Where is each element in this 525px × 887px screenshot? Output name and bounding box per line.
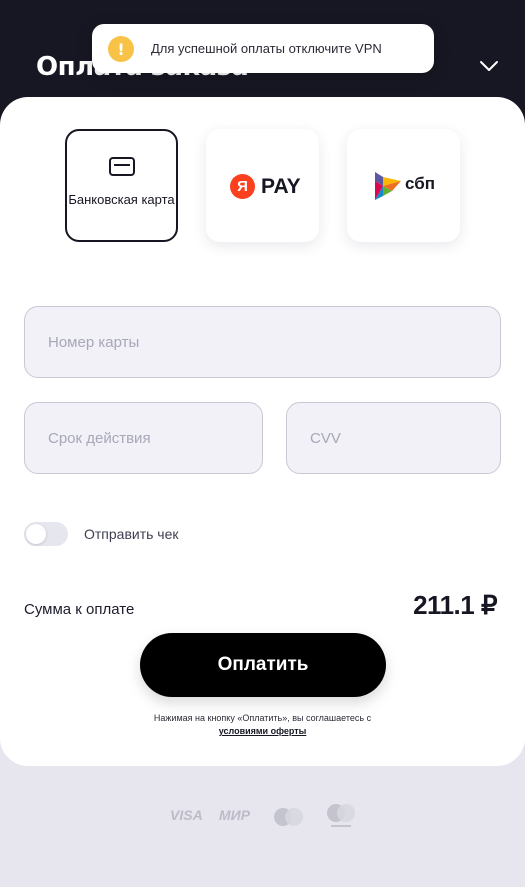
sbp-logo-icon: [375, 172, 401, 200]
payment-card: Банковская карта Я PAY сбп Отправить чек…: [0, 97, 525, 766]
total-label: Сумма к оплате: [24, 601, 135, 618]
toast-message: Для успешной оплаты отключите VPN: [151, 41, 382, 56]
payment-logos: VISA МИР: [0, 803, 525, 833]
chevron-down-icon[interactable]: [478, 58, 500, 74]
yandex-pay-label: PAY: [261, 175, 301, 198]
maestro-logo-icon: [327, 804, 355, 827]
method-sbp[interactable]: сбп: [347, 129, 460, 242]
method-yandex-pay[interactable]: Я PAY: [206, 129, 319, 242]
method-bank-card-label: Банковская карта: [68, 192, 175, 207]
cvv-input[interactable]: [287, 403, 500, 473]
card-number-field: [24, 306, 501, 378]
expiry-field: [24, 402, 263, 474]
mir-logo: МИР: [219, 807, 251, 823]
terms-link[interactable]: условиями оферты: [219, 726, 307, 736]
mastercard-logo-icon: [274, 808, 303, 826]
warning-icon: !: [108, 36, 134, 62]
send-receipt-toggle[interactable]: [24, 522, 68, 546]
send-receipt-label: Отправить чек: [84, 526, 179, 542]
visa-logo: VISA: [170, 807, 203, 823]
total-amount: 211.1 ₽: [413, 590, 497, 620]
pay-button[interactable]: Оплатить: [140, 633, 386, 697]
yandex-logo-icon: Я: [230, 174, 255, 199]
method-bank-card[interactable]: Банковская карта: [65, 129, 178, 242]
card-number-input[interactable]: [25, 307, 500, 377]
vpn-warning-toast: ! Для успешной оплаты отключите VPN: [92, 24, 434, 73]
terms-text: Нажимая на кнопку «Оплатить», вы соглаша…: [150, 712, 375, 738]
sbp-label: сбп: [405, 174, 435, 193]
toggle-knob: [26, 524, 46, 544]
terms-prefix: Нажимая на кнопку «Оплатить», вы соглаша…: [153, 713, 372, 723]
credit-card-icon: [109, 157, 135, 176]
expiry-input[interactable]: [25, 403, 262, 473]
cvv-field: [286, 402, 501, 474]
